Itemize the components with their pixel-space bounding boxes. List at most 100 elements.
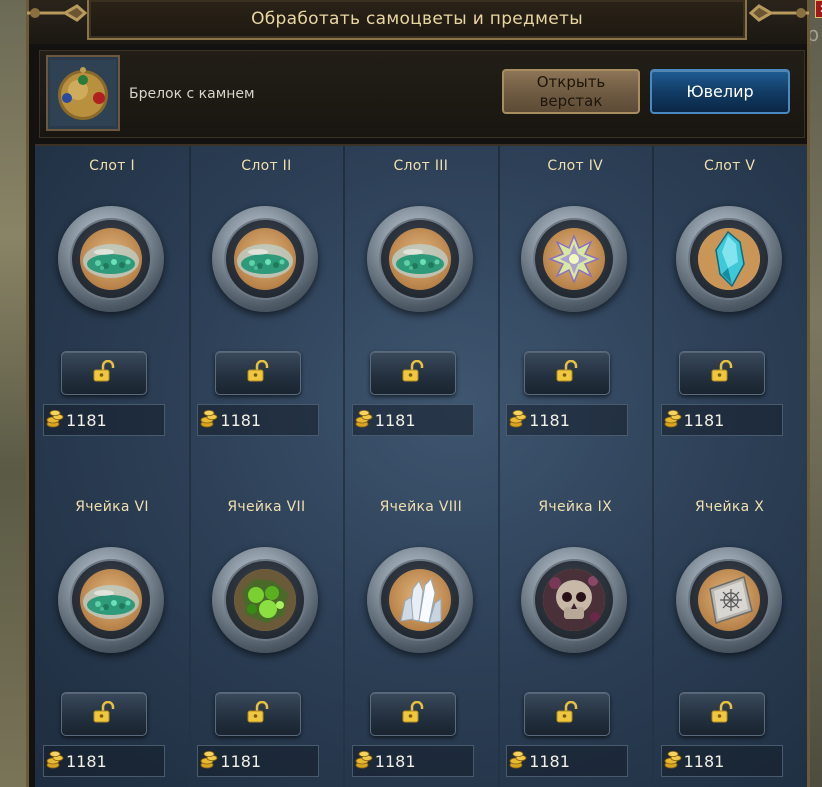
unlock-slot-button[interactable] — [369, 692, 456, 736]
gem-socket[interactable] — [675, 547, 782, 653]
slot-5: Слот V 1181 — [653, 146, 807, 446]
socket-ring — [224, 559, 307, 641]
gem-socket[interactable] — [212, 206, 319, 312]
slot-9: Ячейка IX 1181 — [498, 487, 652, 787]
slot-2: Слот II 1181 — [189, 146, 343, 446]
unlocked-padlock-icon — [246, 359, 270, 386]
price-box: 1181 — [197, 404, 320, 436]
price-box: 1181 — [660, 404, 783, 436]
socket-ring — [533, 559, 616, 641]
gold-coins-icon — [509, 408, 527, 432]
title-bar: Обработать самоцветы и предметы ✕ — [27, 0, 822, 44]
gem-processing-window: Обработать самоцветы и предметы ✕ Брелок… — [26, 0, 822, 787]
gem-socket[interactable] — [366, 547, 473, 653]
gold-coins-icon — [355, 749, 373, 773]
right-ornament-icon — [749, 4, 809, 22]
price-box: 1181 — [660, 745, 783, 777]
slot-label: Ячейка VIII — [379, 499, 463, 515]
green-crystal-gem-icon — [80, 228, 142, 290]
slot-8: Ячейка VIII 1181 — [344, 487, 498, 787]
unlocked-padlock-icon — [401, 700, 425, 727]
socket-ring — [378, 559, 461, 641]
cyan-shard-gem-icon — [697, 228, 760, 290]
socket-ring — [687, 218, 770, 300]
unlocked-padlock-icon — [92, 700, 116, 727]
slot-4: Слот IV 1181 — [498, 146, 652, 446]
gold-coins-icon — [46, 749, 64, 773]
unlock-slot-button[interactable] — [215, 351, 302, 395]
slot-label: Ячейка X — [695, 499, 765, 515]
item-header: Брелок с камнем Открыть верстак Ювелир — [39, 50, 805, 138]
socket-ring — [70, 218, 152, 300]
title-plate: Обработать самоцветы и предметы — [87, 0, 747, 40]
price-value: 1181 — [374, 751, 416, 771]
gem-socket[interactable] — [521, 206, 628, 312]
unlock-slot-button[interactable] — [678, 351, 765, 395]
green-crystal-gem-icon — [234, 228, 297, 290]
gem-socket[interactable] — [366, 206, 473, 312]
price-box: 1181 — [351, 745, 474, 777]
socket-ring — [70, 559, 152, 641]
unlock-slot-button[interactable] — [61, 351, 147, 395]
green-crystal-gem-icon — [388, 228, 451, 290]
price-value: 1181 — [66, 751, 107, 771]
gold-coins-icon — [509, 749, 527, 773]
unlock-slot-button[interactable] — [678, 692, 765, 736]
unlock-slot-button[interactable] — [215, 692, 302, 736]
price-value: 1181 — [66, 410, 107, 430]
unlocked-padlock-icon — [555, 359, 579, 386]
price-value: 1181 — [529, 751, 570, 771]
price-box: 1181 — [43, 745, 165, 777]
slot-label: Слот II — [241, 158, 292, 174]
item-name: Брелок с камнем — [129, 86, 255, 102]
gold-coins-icon — [200, 749, 218, 773]
price-box: 1181 — [197, 745, 320, 777]
unlocked-padlock-icon — [710, 700, 734, 727]
unlocked-padlock-icon — [401, 359, 425, 386]
price-box: 1181 — [506, 404, 629, 436]
price-box: 1181 — [506, 745, 629, 777]
unlocked-padlock-icon — [92, 359, 116, 386]
item-icon[interactable] — [46, 55, 120, 131]
open-workbench-button[interactable]: Открыть верстак — [502, 69, 640, 114]
slot-6: Ячейка VI 1181 — [35, 487, 189, 787]
unlocked-padlock-icon — [246, 700, 270, 727]
slot-label: Слот I — [89, 158, 135, 174]
socket-ring — [224, 218, 307, 300]
price-value: 1181 — [683, 410, 725, 430]
slot-label: Ячейка VII — [227, 499, 306, 515]
slot-1: Слот I 1181 — [35, 146, 189, 446]
gold-coins-icon — [664, 749, 682, 773]
socket-ring — [378, 218, 461, 300]
unlocked-padlock-icon — [555, 700, 579, 727]
slot-3: Слот III 1181 — [344, 146, 498, 446]
slot-label: Слот III — [393, 158, 449, 174]
slot-label: Слот V — [703, 158, 756, 174]
gem-socket[interactable] — [675, 206, 782, 312]
gold-coins-icon — [664, 408, 682, 432]
price-value: 1181 — [220, 751, 262, 771]
price-box: 1181 — [43, 404, 165, 436]
slot-label: Ячейка VI — [75, 499, 149, 515]
price-value: 1181 — [683, 751, 725, 771]
green-crystal-gem-icon — [80, 569, 142, 631]
jeweler-button[interactable]: Ювелир — [650, 69, 790, 114]
slot-label: Слот IV — [547, 158, 604, 174]
white-crystal-gem-icon — [388, 569, 451, 631]
gem-socket[interactable] — [212, 547, 319, 653]
green-ore-gem-icon — [234, 569, 297, 631]
gem-socket[interactable] — [521, 547, 628, 653]
unlocked-padlock-icon — [710, 359, 734, 386]
unlock-slot-button[interactable] — [524, 692, 611, 736]
price-value: 1181 — [374, 410, 416, 430]
close-button[interactable]: ✕ — [815, 0, 822, 18]
gem-charm-icon — [50, 60, 116, 126]
unlock-slot-button[interactable] — [61, 692, 147, 736]
gem-socket[interactable] — [58, 206, 164, 312]
left-ornament-icon — [27, 4, 87, 22]
skull-gem-icon — [543, 569, 606, 631]
gem-socket[interactable] — [58, 547, 164, 653]
unlock-slot-button[interactable] — [369, 351, 456, 395]
unlock-slot-button[interactable] — [524, 351, 611, 395]
gold-coins-icon — [355, 408, 373, 432]
